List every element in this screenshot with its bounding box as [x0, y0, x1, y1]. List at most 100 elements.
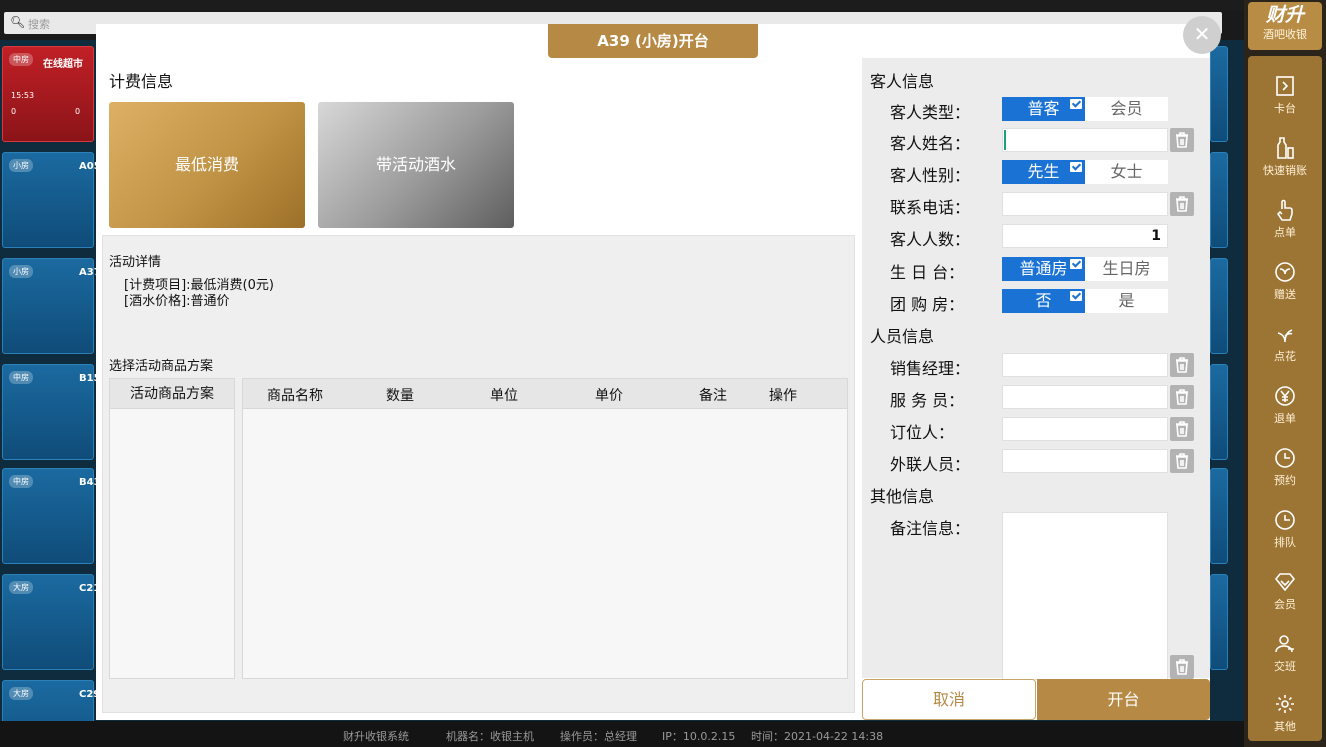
sidebar-item-queue[interactable]: 排队: [1248, 496, 1322, 558]
clear-external-staff-button[interactable]: [1170, 449, 1194, 473]
gender-option-ms[interactable]: 女士: [1085, 160, 1168, 184]
table-tile[interactable]: [1210, 46, 1228, 142]
check-icon: [1070, 162, 1082, 172]
sidebar-nav: 卡台 快速销账 点单 赠送 点花 退单 预约 排队 会员 交班 其他: [1248, 56, 1322, 741]
room-size-badge: 中房: [9, 475, 33, 488]
birthday-label: 生 日 台：: [890, 263, 965, 282]
column-header: 商品名称: [267, 388, 323, 404]
top-bar: [0, 0, 1244, 10]
external-staff-input[interactable]: [1002, 449, 1168, 473]
guest-type-option-member[interactable]: 会员: [1085, 97, 1168, 121]
room-size-badge: 小房: [9, 159, 33, 172]
clear-waiter-button[interactable]: [1170, 385, 1194, 409]
trash-icon: [1176, 132, 1188, 148]
guest-gender-label: 客人性别：: [890, 166, 971, 185]
phone-label: 联系电话：: [890, 198, 971, 217]
table-tile[interactable]: 中房 B43: [2, 468, 101, 564]
trash-icon: [1176, 357, 1188, 373]
table-tile[interactable]: 中房 B15: [2, 364, 101, 460]
booker-label: 订位人：: [890, 423, 955, 442]
guest-count-label: 客人人数：: [890, 230, 971, 249]
sidebar-item-flower[interactable]: 点花: [1248, 310, 1322, 372]
guest-type-option-regular[interactable]: 普客: [1002, 97, 1085, 121]
close-button[interactable]: ✕: [1183, 16, 1221, 54]
table-tile[interactable]: 大房 C21: [2, 574, 100, 670]
table-tile[interactable]: [1210, 258, 1228, 354]
guest-count-input[interactable]: 1: [1002, 224, 1168, 248]
status-operator: 操作员：总经理: [560, 730, 637, 743]
column-header: 单位: [490, 388, 518, 404]
table-tile[interactable]: [1210, 468, 1228, 564]
table-tile[interactable]: [1210, 574, 1228, 670]
clear-sales-manager-button[interactable]: [1170, 353, 1194, 377]
clear-phone-button[interactable]: [1170, 192, 1194, 216]
group-buy-option-no[interactable]: 否: [1002, 289, 1085, 313]
bottle-icon: [1277, 137, 1294, 159]
sidebar-item-shift[interactable]: 交班: [1248, 620, 1322, 682]
group-buy-option-yes[interactable]: 是: [1085, 289, 1168, 313]
trash-icon: [1176, 421, 1188, 437]
room-size-badge: 小房: [9, 265, 33, 278]
sales-manager-input[interactable]: [1002, 353, 1168, 377]
flower-icon: [1277, 329, 1293, 343]
sidebar-item-member[interactable]: 会员: [1248, 558, 1322, 620]
guest-section-title: 客人信息: [870, 72, 935, 91]
birthday-toggle: 普通房 生日房: [1002, 257, 1168, 281]
group-buy-label: 团 购 房：: [890, 295, 965, 314]
min-spend-option[interactable]: 最低消费: [109, 102, 305, 228]
clear-booker-button[interactable]: [1170, 417, 1194, 441]
sidebar-item-other[interactable]: 其他: [1248, 680, 1322, 742]
gender-option-mr[interactable]: 先生: [1002, 160, 1085, 184]
table-tile[interactable]: 小房 A37: [2, 258, 101, 354]
trash-icon: [1176, 196, 1188, 212]
search-icon: 🔍︎: [10, 15, 26, 29]
table-value: 0: [75, 107, 81, 116]
plan-list-header: 活动商品方案: [110, 379, 234, 409]
door-icon: [1276, 76, 1294, 96]
user-group-icon: [1275, 635, 1294, 653]
status-machine: 机器名：收银主机: [446, 730, 534, 743]
table-tile[interactable]: [1210, 152, 1228, 248]
cancel-button[interactable]: 取消: [862, 679, 1036, 720]
table-value: 0: [11, 107, 17, 116]
booker-input[interactable]: [1002, 417, 1168, 441]
clear-remarks-button[interactable]: [1170, 655, 1194, 679]
table-time: 15:53: [11, 91, 35, 100]
remarks-textarea[interactable]: [1002, 512, 1168, 680]
sidebar-item-quick-writeoff[interactable]: 快速销账: [1248, 124, 1322, 186]
search-input[interactable]: 搜索: [28, 16, 50, 32]
goods-table: 商品名称 数量 单位 单价 备注 操作: [242, 378, 848, 679]
dialog-title: A39 (小房)开台: [548, 24, 758, 58]
clear-guest-name-button[interactable]: [1170, 128, 1194, 152]
activity-drinks-option[interactable]: 带活动酒水: [318, 102, 514, 228]
clock-icon: [1275, 510, 1295, 530]
guest-name-input[interactable]: [1002, 128, 1168, 152]
activity-plan-list[interactable]: 活动商品方案: [109, 378, 235, 679]
open-table-button[interactable]: 开台: [1037, 679, 1210, 720]
select-plan-title: 选择活动商品方案: [109, 359, 214, 374]
sidebar-item-gift[interactable]: 赠送: [1248, 248, 1322, 310]
hand-pointer-icon: [1276, 199, 1293, 221]
sidebar-item-order[interactable]: 点单: [1248, 186, 1322, 248]
table-tile[interactable]: 小房 A05: [2, 152, 101, 248]
yen-icon: [1275, 386, 1295, 406]
close-icon: ✕: [1193, 22, 1211, 46]
staff-section-title: 人员信息: [870, 327, 935, 346]
table-tile[interactable]: [1210, 364, 1228, 460]
phone-input[interactable]: [1002, 192, 1168, 216]
room-size-badge: 大房: [9, 687, 33, 700]
sidebar-item-card-table[interactable]: 卡台: [1248, 62, 1322, 124]
sidebar-item-reservation[interactable]: 预约: [1248, 434, 1322, 496]
guest-type-label: 客人类型：: [890, 103, 971, 122]
column-header: 备注: [699, 388, 727, 404]
waiter-input[interactable]: [1002, 385, 1168, 409]
guest-name-label: 客人姓名：: [890, 134, 971, 153]
table-tile[interactable]: 中房 在线超市 15:53 0 0: [2, 46, 94, 142]
trash-icon: [1176, 389, 1188, 405]
room-size-badge: 中房: [9, 53, 33, 66]
birthday-option-normal[interactable]: 普通房: [1002, 257, 1085, 281]
table-name: 在线超市: [43, 59, 83, 70]
birthday-option-birthday[interactable]: 生日房: [1085, 257, 1168, 281]
status-time: 时间：2021-04-22 14:38: [751, 730, 884, 743]
sidebar-item-refund[interactable]: 退单: [1248, 372, 1322, 434]
